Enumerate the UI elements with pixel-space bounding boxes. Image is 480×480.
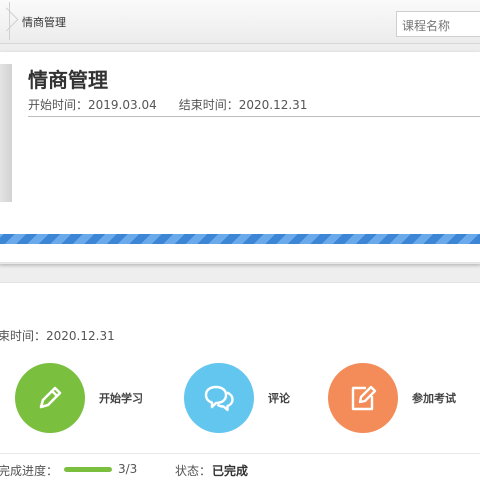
start-study-circle[interactable] [15,363,85,433]
status-row: 完成进度： 3/3 状态： 已完成 [0,453,480,480]
card-shadow [0,262,480,268]
progress-label: 完成进度： [0,464,59,478]
status-value: 已完成 [212,464,249,478]
status-label: 状态： [175,464,212,478]
speech-bubbles-icon [204,385,234,412]
course-start-time: 开始时间：2019.03.04 [28,98,157,112]
comment-label[interactable]: 评论 [268,390,290,406]
course-end-time: 结束时间：2020.12.31 [178,98,308,112]
take-exam-circle[interactable] [328,363,398,433]
completion-progress-fill [64,467,112,472]
breadcrumb-separator [0,2,10,40]
course-detail-panel: 束时间：2020.12.31 开始学习 评论 参加考试 完成进度： 3/3 状态… [0,282,480,480]
take-exam-label[interactable]: 参加考试 [412,390,456,406]
top-bar: 情商管理 [0,0,480,44]
completion-progress-bar [64,467,112,472]
edit-document-icon [351,385,377,411]
course-progress-bar [0,234,480,244]
course-header-card: 情商管理 开始时间：2019.03.04 结束时间：2020.12.31 [0,52,480,264]
comment-circle[interactable] [184,363,254,433]
course-search-input[interactable] [396,11,480,37]
course-title: 情商管理 [28,68,108,92]
progress-count: 3/3 [118,462,138,476]
detail-end-time: 束时间：2020.12.31 [0,329,115,343]
pencil-icon [39,386,62,409]
start-study-label[interactable]: 开始学习 [99,390,143,406]
course-thumbnail [0,64,12,202]
course-dates: 开始时间：2019.03.04 结束时间：2020.12.31 [28,96,307,113]
breadcrumb-course-title[interactable]: 情商管理 [22,14,66,30]
header-divider [28,116,480,117]
